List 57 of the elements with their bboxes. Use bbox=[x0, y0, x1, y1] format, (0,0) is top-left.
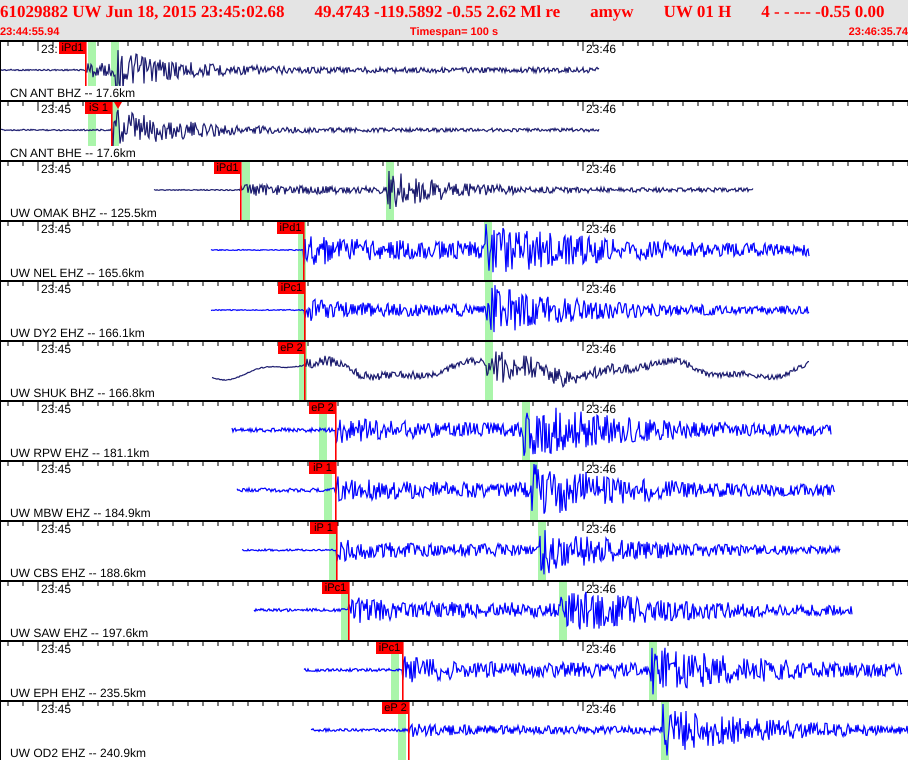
channel-label: UW OD2 EHZ -- 240.9km bbox=[10, 746, 146, 760]
event-info: 61029882 UW Jun 18, 2015 23:45:02.68 bbox=[0, 2, 284, 22]
channel-label: UW MBW EHZ -- 184.9km bbox=[10, 506, 151, 520]
timespan-label: Timespan= 100 s bbox=[410, 26, 498, 39]
pick-label[interactable]: iPc1 bbox=[322, 582, 349, 594]
pick-label[interactable]: iPc1 bbox=[278, 282, 305, 294]
time-label: 23: bbox=[41, 42, 58, 56]
pick-label[interactable]: eP 2 bbox=[278, 342, 305, 354]
channel-label: CN ANT BHZ -- 17.6km bbox=[10, 86, 136, 100]
time-label: 23:46 bbox=[586, 222, 616, 236]
channel-label: UW SAW EHZ -- 197.6km bbox=[10, 626, 148, 640]
channel-label: UW OMAK BHZ -- 125.5km bbox=[10, 206, 157, 220]
event-info: UW 01 H bbox=[664, 2, 732, 22]
pick-label[interactable]: iS 1 bbox=[85, 102, 112, 114]
pick-label[interactable]: iPd1 bbox=[214, 162, 241, 174]
time-label: 23:45 bbox=[41, 582, 72, 596]
time-label: 23:45 bbox=[41, 402, 72, 416]
pick-label[interactable]: iPd1 bbox=[59, 42, 86, 54]
time-label: 23:46 bbox=[586, 642, 616, 656]
end-time: 23:46:35.74 bbox=[848, 26, 908, 39]
pick-label[interactable]: eP 2 bbox=[309, 402, 336, 414]
pick-label[interactable]: iP 1 bbox=[309, 462, 336, 474]
time-label: 23:46 bbox=[586, 522, 616, 536]
time-label: 23:45 bbox=[41, 162, 72, 176]
channel-label: UW EPH EHZ -- 235.5km bbox=[10, 686, 146, 700]
channel-label: CN ANT BHE -- 17.6km bbox=[10, 146, 136, 160]
phase-window-band bbox=[242, 162, 250, 220]
time-label: 23:46 bbox=[586, 42, 616, 56]
channel-label: UW CBS EHZ -- 188.6km bbox=[10, 566, 146, 580]
pick-label[interactable]: iP 1 bbox=[310, 522, 337, 534]
time-label: 23:46 bbox=[586, 162, 616, 176]
event-info: amyw bbox=[590, 2, 634, 22]
channel-label: UW DY2 EHZ -- 166.1km bbox=[10, 326, 145, 340]
time-label: 23:46 bbox=[586, 402, 616, 416]
event-info: 4 - - --- -0.55 0.00 bbox=[761, 2, 885, 22]
time-label: 23:45 bbox=[41, 522, 72, 536]
pick-label[interactable]: iPd1 bbox=[277, 222, 304, 234]
channel-label: UW SHUK BHZ -- 166.8km bbox=[10, 386, 155, 400]
channel-label: UW NEL EHZ -- 165.6km bbox=[10, 266, 144, 280]
time-label: 23:46 bbox=[586, 702, 616, 716]
pick-label[interactable]: iPc1 bbox=[376, 642, 403, 654]
time-label: 23:45 bbox=[41, 642, 72, 656]
time-label: 23:46 bbox=[586, 102, 616, 116]
channel-label: UW RPW EHZ -- 181.1km bbox=[10, 446, 150, 460]
time-label: 23:46 bbox=[586, 282, 616, 296]
time-label: 23:45 bbox=[41, 342, 72, 356]
start-time: 23:44:55.94 bbox=[0, 26, 60, 39]
time-label: 23:45 bbox=[41, 222, 72, 236]
event-info: 49.4743 -119.5892 -0.55 2.62 Ml re bbox=[314, 2, 560, 22]
time-label: 23:45 bbox=[41, 282, 72, 296]
time-label: 23:45 bbox=[41, 102, 72, 116]
time-label: 23:46 bbox=[586, 342, 616, 356]
time-label: 23:45 bbox=[41, 462, 72, 476]
time-label: 23:46 bbox=[586, 462, 616, 476]
pick-label[interactable]: eP 2 bbox=[382, 702, 409, 714]
time-label: 23:45 bbox=[41, 702, 72, 716]
time-label: 23:46 bbox=[586, 582, 616, 596]
